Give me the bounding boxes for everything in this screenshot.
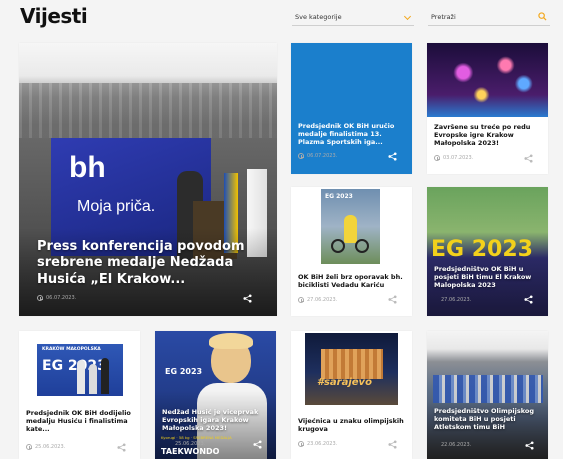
image-logo-text: EG 2023: [42, 358, 107, 374]
news-card-date: 06.07.2023.: [298, 153, 337, 159]
share-icon[interactable]: [388, 152, 397, 161]
news-card-title[interactable]: Vijećnica u znaku olimpijskih krugova: [298, 417, 408, 433]
share-icon[interactable]: [524, 295, 533, 304]
chevron-down-icon: [403, 12, 412, 21]
image-logo-text: EG 2023: [165, 367, 203, 376]
news-card-title[interactable]: Predsjednik OK BiH uručio medalje finali…: [298, 122, 406, 146]
date-text: 06.07.2023.: [46, 295, 77, 301]
news-card-image: KRAKÓW MAŁOPOLSKA EG 2023: [37, 344, 123, 396]
news-card-title[interactable]: Predsjedništvo Olimpijskog komiteta BiH …: [434, 407, 544, 431]
date-text: 22.06.2023.: [441, 442, 472, 448]
date-text: 25.06.2023.: [175, 441, 206, 447]
news-card[interactable]: EG 2023 Kyorugi · 58 kg · SREBRENA MEDAL…: [155, 331, 276, 459]
image-sign-text: #sarajevo: [317, 377, 372, 388]
news-card[interactable]: EG 2023 Predsjedništvo OK BiH u posjeti …: [427, 187, 548, 316]
date-text: 06.07.2023.: [307, 153, 338, 159]
news-card-image: EG 2023: [321, 189, 380, 264]
clock-icon: [298, 297, 304, 303]
share-icon[interactable]: [243, 294, 252, 303]
image-banner-text: KRAKÓW MAŁOPOLSKA: [42, 347, 101, 352]
news-card-date: 23.06.2023.: [298, 441, 337, 447]
news-card[interactable]: bh Moja priča. Press konferencija povodo…: [19, 43, 277, 316]
screen-slogan-text: Moja priča.: [77, 198, 156, 215]
news-card-date: 25.06.2023.: [26, 444, 65, 450]
clock-icon: [298, 441, 304, 447]
news-card-date: 03.07.2023.: [434, 155, 473, 161]
search-placeholder: Pretraži: [431, 13, 456, 21]
category-select[interactable]: Sve kategorije: [292, 11, 414, 26]
news-card-date: 27.06.2023.: [441, 297, 471, 303]
news-card[interactable]: Predsjednik OK BiH uručio medalje finali…: [291, 43, 412, 174]
date-text: 27.06.2023.: [441, 297, 472, 303]
news-card-image: [427, 43, 548, 117]
screen-logo-text: bh: [69, 151, 106, 184]
news-card[interactable]: EG 2023 OK BiH želi brz oporavak bh. bic…: [291, 187, 412, 316]
news-card[interactable]: #sarajevo Vijećnica u znaku olimpijskih …: [291, 331, 412, 459]
news-card-date: 22.06.2023.: [441, 442, 471, 448]
date-text: 23.06.2023.: [307, 441, 338, 447]
date-text: 27.06.2023.: [307, 297, 338, 303]
news-card-title[interactable]: Predsjednik OK BiH dodijelio medalju Hus…: [26, 409, 136, 433]
news-card-title[interactable]: OK BiH želi brz oporavak bh. biciklisti …: [298, 273, 408, 289]
news-card[interactable]: Predsjedništvo Olimpijskog komiteta BiH …: [427, 331, 548, 459]
news-card-title[interactable]: Završene su treće po redu Evropske igre …: [434, 123, 544, 147]
share-icon[interactable]: [388, 295, 397, 304]
image-sport-text: TAEKWONDO: [161, 447, 220, 456]
clock-icon: [298, 153, 304, 159]
news-card-image: [427, 331, 548, 459]
news-card-title[interactable]: Press konferencija povodom srebrene meda…: [37, 239, 265, 288]
news-card-title[interactable]: Predsjedništvo OK BiH u posjeti BiH timu…: [434, 265, 544, 289]
share-icon[interactable]: [524, 154, 533, 163]
category-select-value: Sve kategorije: [295, 13, 342, 21]
clock-icon: [37, 295, 43, 301]
share-icon[interactable]: [117, 443, 126, 452]
date-text: 25.06.2023.: [35, 444, 66, 450]
image-caption-text: Kyorugi · 58 kg · SREBRENA MEDALJA: [161, 435, 232, 440]
date-text: 03.07.2023.: [443, 155, 474, 161]
news-card[interactable]: KRAKÓW MAŁOPOLSKA EG 2023 Predsjednik OK…: [19, 331, 140, 459]
news-card-title[interactable]: Nedžad Husić je viceprvak Evropskih igar…: [162, 408, 272, 432]
clock-icon: [434, 155, 440, 161]
news-card[interactable]: Završene su treće po redu Evropske igre …: [427, 43, 548, 174]
page-title: Vijesti: [20, 4, 88, 28]
search-icon[interactable]: [538, 12, 547, 21]
image-logo-text: EG 2023: [325, 193, 353, 200]
news-card-image: #sarajevo: [305, 333, 398, 405]
share-icon[interactable]: [253, 440, 262, 449]
clock-icon: [26, 444, 32, 450]
news-card-date: 06.07.2023.: [37, 295, 76, 301]
news-card-date: 27.06.2023.: [298, 297, 337, 303]
search-input[interactable]: Pretraži: [428, 11, 550, 26]
share-icon[interactable]: [388, 440, 397, 449]
news-card-date: 25.06.2023.: [175, 441, 205, 447]
share-icon[interactable]: [525, 441, 534, 450]
